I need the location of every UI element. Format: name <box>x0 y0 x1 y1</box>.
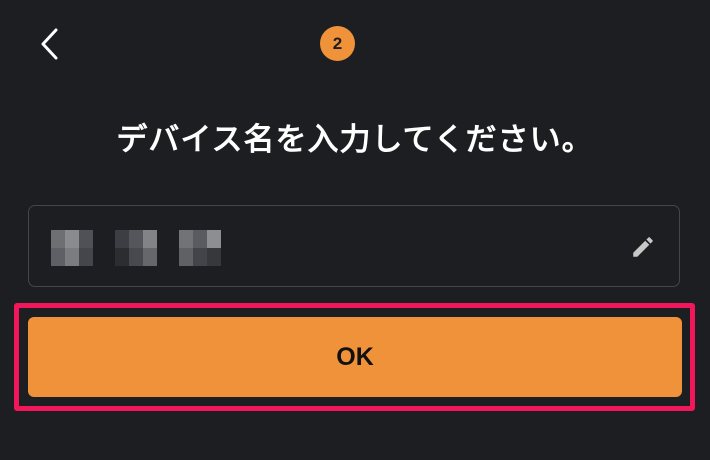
device-name-field[interactable] <box>28 205 680 287</box>
back-button[interactable] <box>30 22 70 66</box>
ok-button[interactable]: OK <box>28 317 682 397</box>
masked-device-name <box>51 230 221 266</box>
mosaic-block <box>115 230 157 266</box>
mosaic-block <box>179 230 221 266</box>
device-name-screen: 2 デバイス名を入力してください。 OK <box>0 0 710 460</box>
mosaic-block <box>51 230 93 266</box>
step-indicator: 2 <box>320 26 355 61</box>
page-title: デバイス名を入力してください。 <box>116 122 594 158</box>
pencil-icon <box>633 237 653 257</box>
chevron-left-icon <box>41 28 58 60</box>
edit-button[interactable] <box>629 233 657 261</box>
